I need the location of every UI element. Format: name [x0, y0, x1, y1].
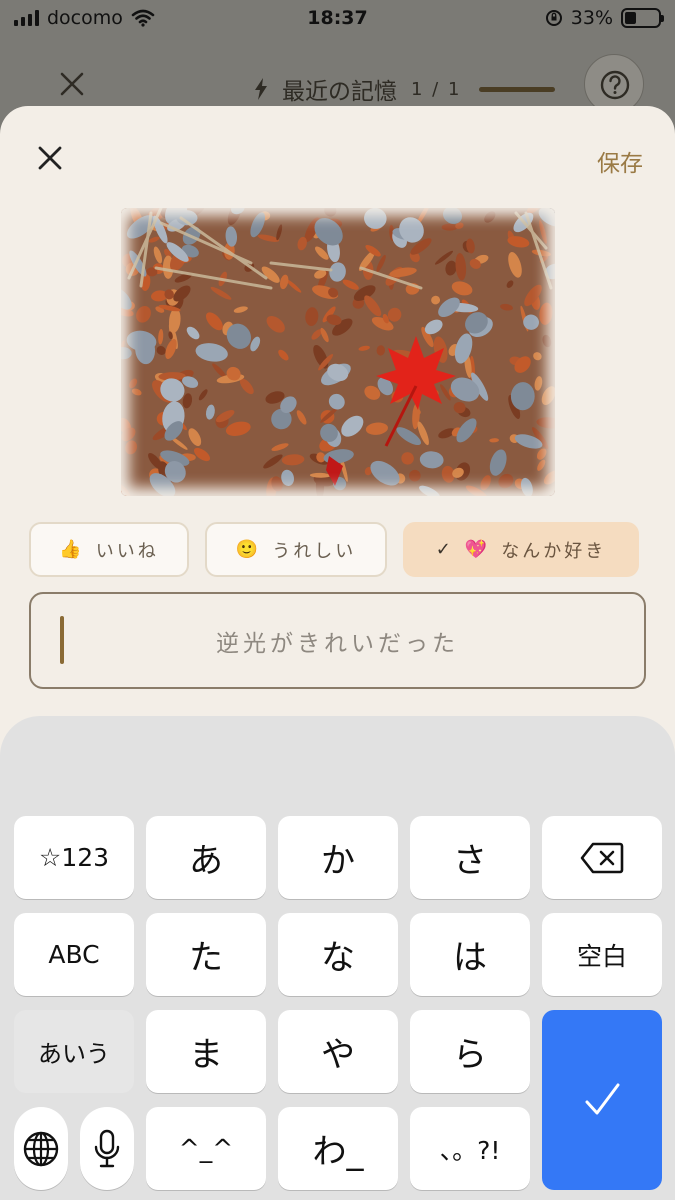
background-close-icon	[60, 72, 84, 96]
key-wa[interactable]: わ_	[278, 1107, 398, 1190]
note-text: 逆光がきれいだった	[216, 631, 459, 657]
key-ha[interactable]: は	[410, 913, 530, 996]
key-numbers[interactable]: ☆123	[14, 816, 134, 899]
check-icon: ✓	[435, 539, 451, 560]
chip-label: なんか好き	[501, 540, 607, 562]
battery-percent: 33%	[570, 7, 613, 29]
delete-icon	[580, 842, 624, 873]
close-icon[interactable]	[36, 144, 64, 172]
status-right: 33%	[545, 7, 664, 29]
reaction-chips: 👍 いいね 🙂 うれしい ✓ 💖 なんか好き	[29, 522, 639, 577]
key-delete[interactable]	[542, 816, 662, 899]
reaction-like-chip[interactable]: 👍 いいね	[29, 522, 189, 577]
key-a[interactable]: あ	[146, 816, 266, 899]
key-punctuation[interactable]: 、。?!	[410, 1107, 530, 1190]
orientation-lock-icon	[545, 10, 562, 26]
chip-label: うれしい	[272, 540, 357, 562]
help-button	[584, 54, 644, 114]
reaction-somehow-like-chip[interactable]: ✓ 💖 なんか好き	[403, 522, 639, 577]
chip-label: いいね	[95, 540, 159, 562]
key-ya[interactable]: や	[278, 1010, 398, 1093]
key-abc[interactable]: ABC	[14, 913, 134, 996]
key-kana-mode[interactable]: あいう	[14, 1010, 134, 1093]
battery-fill	[625, 12, 636, 24]
key-space[interactable]: 空白	[542, 913, 662, 996]
key-globe[interactable]	[14, 1107, 68, 1190]
key-kaomoji[interactable]: ^_^	[146, 1107, 266, 1190]
sparkling-heart-icon: 💖	[464, 539, 488, 560]
key-sa[interactable]: さ	[410, 816, 530, 899]
battery-icon	[621, 8, 664, 28]
check-icon	[585, 1083, 620, 1115]
lightning-icon	[255, 78, 267, 100]
globe-icon	[23, 1131, 59, 1166]
key-ma[interactable]: ま	[146, 1010, 266, 1093]
thumbs-up-icon: 👍	[59, 539, 82, 560]
key-na[interactable]: な	[278, 913, 398, 996]
japanese-keyboard: ☆123 あ か さ ABC た な は 空白 あいう ま や ら ^_^ わ_…	[0, 716, 675, 1200]
photo-image	[121, 208, 555, 496]
key-ka[interactable]: か	[278, 816, 398, 899]
header-progress-bar	[479, 86, 556, 92]
maple-leaf-icon	[376, 336, 456, 447]
key-dictation[interactable]	[80, 1107, 134, 1190]
smile-icon: 🙂	[235, 539, 259, 560]
note-input[interactable]: 逆光がきれいだった	[29, 592, 646, 689]
key-enter[interactable]	[542, 1010, 662, 1190]
key-ra[interactable]: ら	[410, 1010, 530, 1093]
background-title-group: 最近の記憶 1 / 1	[254, 72, 556, 106]
memory-photo	[121, 208, 555, 496]
microphone-icon	[94, 1129, 120, 1167]
header-title: 最近の記憶	[282, 79, 397, 105]
save-button[interactable]: 保存	[597, 144, 643, 178]
status-bar: docomo 18:37 33%	[0, 0, 675, 38]
reaction-happy-chip[interactable]: 🙂 うれしい	[205, 522, 387, 577]
header-count: 1 / 1	[411, 78, 462, 100]
key-ta[interactable]: た	[146, 913, 266, 996]
